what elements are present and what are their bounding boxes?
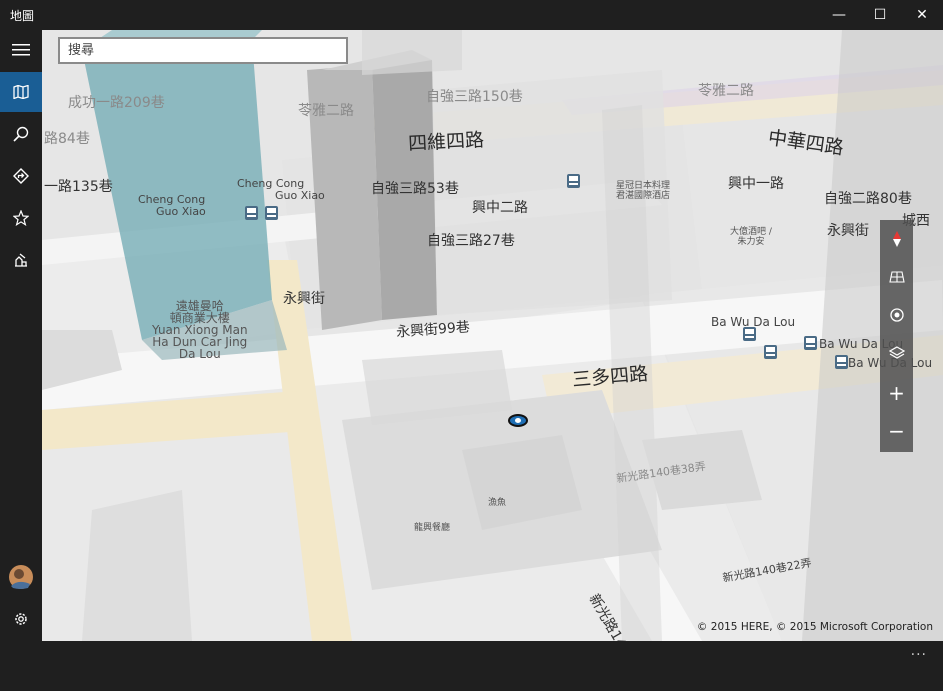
map-canvas[interactable]: 成功一路209巷 路84巷 一路135巷 Cheng Cong Guo Xiao…: [42, 30, 943, 641]
transit-label: Ba Wu Da Lou: [711, 315, 796, 329]
transit-label-line: Guo Xiao: [156, 205, 206, 218]
tilt-button[interactable]: [880, 258, 913, 296]
close-button[interactable]: ✕: [901, 0, 943, 30]
bus-stop-icon[interactable]: [265, 206, 278, 220]
bus-stop-icon[interactable]: [835, 355, 848, 369]
street-label: 苓雅二路: [298, 103, 354, 119]
3d-tilt-icon: [888, 271, 905, 283]
poi-label-line: 君湛國際酒店: [616, 191, 671, 201]
gear-icon: [15, 613, 27, 625]
street-label: 成功一路209巷: [68, 95, 165, 111]
window-title: 地圖: [10, 9, 35, 23]
street-label: 路84巷: [44, 131, 90, 147]
poi-label: 星冠日本料理 君湛國際酒店: [616, 181, 670, 201]
poi-label-line: 朱力安: [737, 237, 765, 247]
transit-label: Cheng Cong Guo Xiao: [237, 178, 325, 202]
bus-stop-icon[interactable]: [245, 206, 258, 220]
poi-label: 龍興餐廳: [414, 523, 451, 533]
map-controls: + −: [880, 220, 913, 452]
locate-me-button[interactable]: [880, 296, 913, 334]
poi-label: 遠雄曼哈 頓商業大樓 Yuan Xiong Man Ha Dun Car Jin…: [152, 300, 248, 360]
copyright-text: © 2015 HERE, © 2015 Microsoft Corporatio…: [696, 621, 933, 633]
street-label: 永興街: [283, 291, 325, 307]
nav-favorites-button[interactable]: [0, 198, 42, 238]
account-button[interactable]: [0, 557, 42, 597]
street-label: 苓雅二路: [698, 83, 754, 99]
compass-button[interactable]: [880, 220, 913, 258]
bus-stop-icon[interactable]: [804, 336, 817, 350]
menu-icon: [12, 44, 30, 56]
minimize-button[interactable]: —: [818, 0, 860, 30]
layers-button[interactable]: [880, 334, 913, 372]
map-icon: [13, 85, 29, 99]
directions-icon: [13, 168, 29, 184]
nav-3d-cities-button[interactable]: [0, 240, 42, 280]
zoom-out-button[interactable]: −: [880, 412, 913, 450]
nav-search-button[interactable]: [0, 114, 42, 154]
hamburger-menu-button[interactable]: [0, 30, 42, 70]
search-icon: [13, 126, 29, 142]
search-box[interactable]: [58, 37, 348, 64]
left-nav: [0, 30, 42, 641]
nav-directions-button[interactable]: [0, 156, 42, 196]
poi-label-line: 大億酒吧 /: [730, 227, 772, 237]
title-bar: 地圖 — ☐ ✕: [0, 0, 943, 30]
compass-icon: [892, 231, 901, 247]
zoom-in-button[interactable]: +: [880, 374, 913, 412]
street-label: 自強三路27巷: [427, 233, 515, 249]
settings-button[interactable]: [0, 599, 42, 639]
locate-me-icon: [889, 308, 904, 322]
bottom-app-bar: ...: [0, 641, 943, 691]
star-icon: [13, 210, 29, 226]
street-label: 四維四路: [407, 129, 485, 155]
poi-label-line: 星冠日本料理: [616, 181, 671, 191]
layers-icon: [888, 346, 905, 359]
poi-label-line: Da Lou: [178, 347, 221, 361]
more-options-button[interactable]: ...: [911, 643, 927, 659]
street-label: 自強三路150巷: [426, 89, 523, 105]
3d-cities-icon: [15, 253, 27, 267]
poi-label: 漁魚: [488, 498, 507, 508]
bus-stop-icon[interactable]: [743, 327, 756, 341]
street-label: 自強二路80巷: [824, 191, 912, 207]
transit-label-line: Guo Xiao: [275, 189, 325, 202]
street-label: 自強三路53巷: [371, 181, 459, 197]
street-label: 永興街: [827, 223, 869, 239]
poi-label: 大億酒吧 / 朱力安: [730, 227, 772, 247]
search-input[interactable]: [60, 39, 346, 62]
current-location-marker[interactable]: [508, 414, 528, 427]
transit-label: Cheng Cong Guo Xiao: [138, 194, 206, 218]
nav-map-button[interactable]: [0, 72, 42, 112]
street-label: 一路135巷: [44, 179, 113, 195]
street-label: 興中二路: [472, 200, 528, 216]
bus-stop-icon[interactable]: [567, 174, 580, 188]
avatar-icon: [9, 565, 33, 589]
bus-stop-icon[interactable]: [764, 345, 777, 359]
street-label: 興中一路: [728, 176, 784, 192]
maximize-button[interactable]: ☐: [859, 0, 901, 30]
